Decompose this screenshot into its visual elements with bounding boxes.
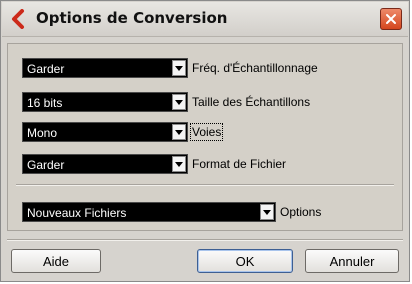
file-format-select[interactable]: Garder <box>22 154 188 174</box>
sample-size-value: 16 bits <box>27 96 63 110</box>
dropdown-arrow-icon[interactable] <box>172 94 186 110</box>
channels-label: Voies <box>189 123 224 141</box>
options-row: Nouveaux Fichiers Options <box>22 202 321 222</box>
dropdown-arrow-icon[interactable] <box>172 156 186 172</box>
settings-panel: Garder Fréq. d'Échantillonnage 16 bits T… <box>7 43 403 231</box>
cancel-button[interactable]: Annuler <box>305 249 399 273</box>
close-icon <box>386 14 396 24</box>
dialog-title: Options de Conversion <box>36 9 228 27</box>
cubase-logo-icon <box>12 9 24 29</box>
conversion-options-dialog: Options de Conversion Garder Fréq. d'Éch… <box>0 0 410 282</box>
sample-size-select[interactable]: 16 bits <box>22 92 188 112</box>
channels-select[interactable]: Mono <box>22 122 188 142</box>
help-button[interactable]: Aide <box>11 249 101 273</box>
sample-rate-value: Garder <box>27 62 65 76</box>
sample-rate-row: Garder Fréq. d'Échantillonnage <box>22 58 318 78</box>
sample-size-row: 16 bits Taille des Échantillons <box>22 92 310 112</box>
dropdown-arrow-icon[interactable] <box>172 60 186 76</box>
dropdown-arrow-icon[interactable] <box>260 204 274 220</box>
dropdown-arrow-icon[interactable] <box>172 124 186 140</box>
separator <box>16 184 394 186</box>
channels-value: Mono <box>27 126 58 140</box>
sample-rate-label: Fréq. d'Échantillonnage <box>192 61 318 75</box>
options-label: Options <box>280 205 322 219</box>
close-button[interactable] <box>380 8 402 30</box>
title-bar[interactable]: Options de Conversion <box>2 2 408 37</box>
footer-separator <box>7 239 403 241</box>
file-format-row: Garder Format de Fichier <box>22 154 286 174</box>
options-value: Nouveaux Fichiers <box>27 206 127 220</box>
options-select[interactable]: Nouveaux Fichiers <box>22 202 276 222</box>
sample-rate-select[interactable]: Garder <box>22 58 188 78</box>
file-format-value: Garder <box>27 158 65 172</box>
ok-button[interactable]: OK <box>197 249 293 273</box>
sample-size-label: Taille des Échantillons <box>192 95 311 109</box>
file-format-label: Format de Fichier <box>192 157 287 171</box>
channels-row: Mono Voies <box>22 122 224 142</box>
